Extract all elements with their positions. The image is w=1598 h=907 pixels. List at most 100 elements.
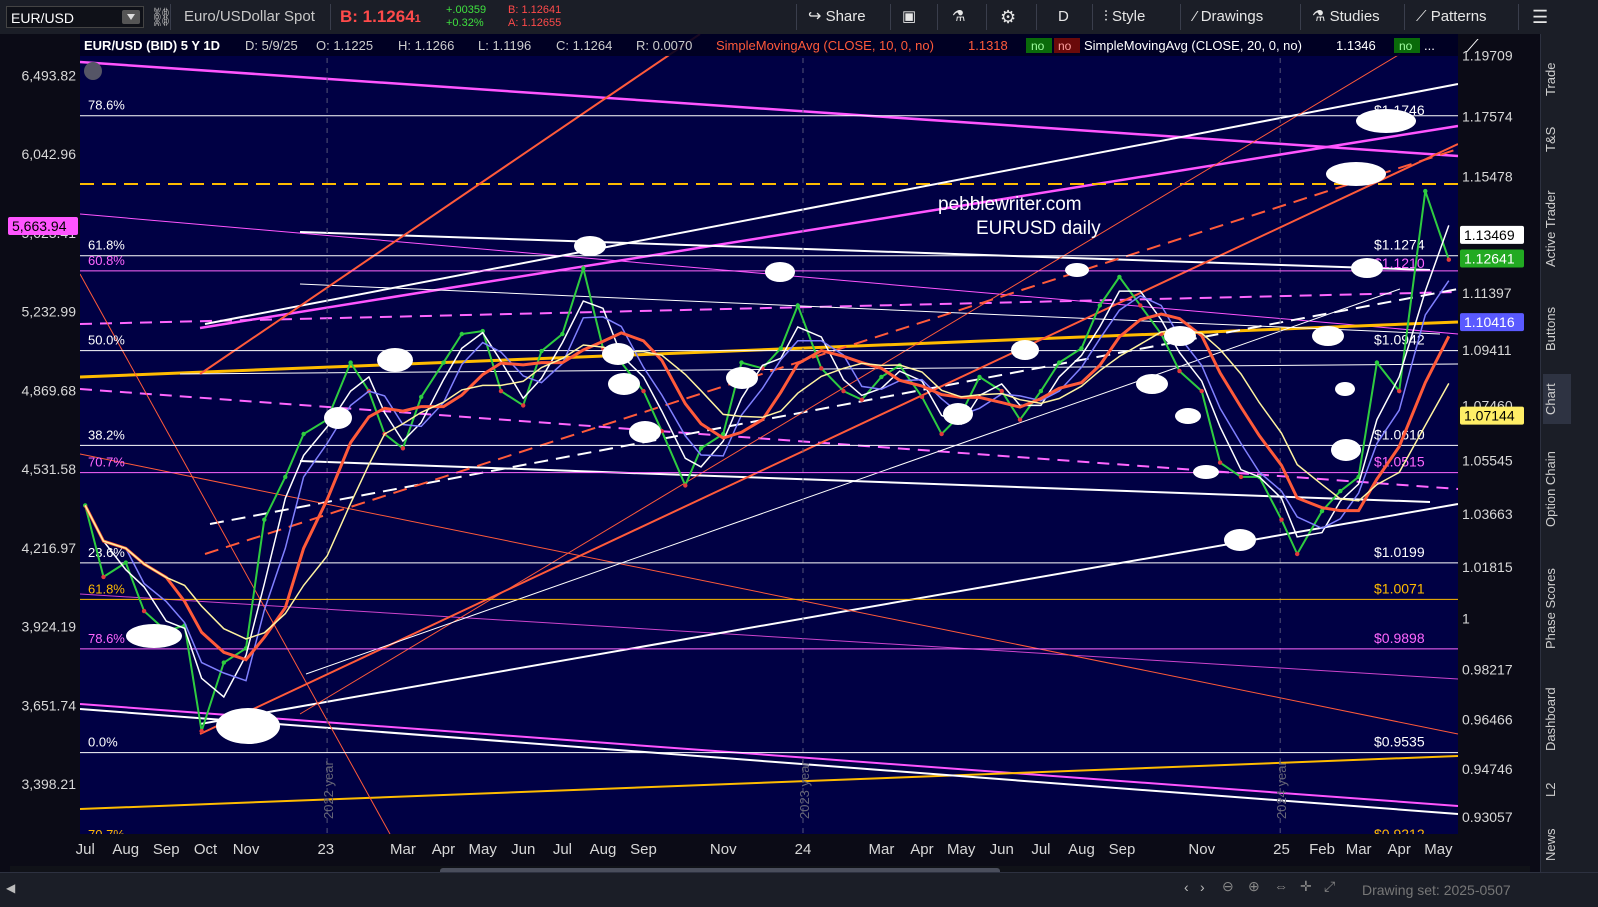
menu-button[interactable]: ☰	[1532, 0, 1548, 34]
fib-left-label: 61.8%	[88, 581, 125, 596]
watermark-line2: EURUSD daily	[976, 218, 1101, 239]
tab-chart[interactable]: Chart	[1543, 374, 1571, 424]
tab-option-chain[interactable]: Option Chain	[1543, 434, 1571, 544]
right-tab-bar: Trade T&S Active Trader Buttons Chart Option …	[1540, 34, 1598, 872]
x-tick: May	[947, 841, 976, 858]
patterns-icon: ⟋	[1416, 8, 1427, 25]
legend-open: O: 1.1225	[316, 38, 373, 53]
price-point	[795, 303, 800, 308]
y-right-tick: 1.11397	[1462, 285, 1512, 301]
zoom-out-icon[interactable]: ⊖	[1222, 878, 1234, 895]
drawing-tool-icon[interactable]: ⟋	[1466, 36, 1479, 56]
y-right-tick: 1.15478	[1462, 168, 1513, 184]
crosshair-icon[interactable]: ✛	[1300, 878, 1312, 895]
legend-sma20-no: no	[1399, 39, 1413, 53]
price-point	[441, 360, 446, 365]
price-point	[539, 348, 544, 354]
price-point	[1097, 303, 1103, 308]
x-tick: Mar	[1346, 841, 1372, 858]
fib-right-label: $1.0515	[1374, 454, 1425, 470]
change-abs: +.00359	[446, 4, 487, 16]
drawings-label: Drawings	[1200, 8, 1264, 25]
tab-l2[interactable]: L2	[1543, 770, 1571, 810]
symbol-selector[interactable]: EUR/USD	[6, 6, 144, 28]
fib-left-label: 78.6%	[88, 631, 125, 646]
candles-icon: ⫶	[1104, 8, 1108, 25]
fib-right-label: $1.0199	[1374, 544, 1425, 560]
price-point	[1374, 360, 1380, 365]
legend-sma10-no: no	[1031, 39, 1045, 53]
y-right-tick: 1.17574	[1462, 109, 1513, 125]
y-right-tick: 1	[1462, 611, 1470, 627]
x-tick: Mar	[390, 841, 416, 858]
flask-button[interactable]: ⚗	[952, 0, 965, 34]
price-point	[1279, 517, 1284, 522]
grid-button[interactable]: ▣	[902, 0, 916, 34]
price-point	[262, 517, 267, 522]
tab-t-s[interactable]: T&S	[1543, 114, 1571, 164]
bid-price: B: 1.12641	[340, 0, 421, 34]
zoom-in-icon[interactable]: ⊕	[1248, 878, 1260, 895]
top-toolbar: EUR/USD ⛓ Euro/USDollar Spot B: 1.12641 …	[0, 0, 1598, 35]
price-point	[1338, 488, 1343, 494]
x-tick: Sep	[153, 841, 180, 858]
x-tick: Aug	[112, 841, 139, 858]
fib-right-label: $0.9898	[1374, 630, 1425, 646]
tab-active-trader[interactable]: Active Trader	[1543, 174, 1571, 284]
gear-icon: ⚙	[1000, 7, 1017, 27]
tab-news[interactable]: News	[1543, 820, 1571, 870]
y-right-tick: 0.98217	[1462, 662, 1513, 678]
price-point	[1446, 257, 1452, 262]
chart-svg[interactable]: 2022 year 2023 year 2024 year 78.6%61.8%60…	[0, 33, 1540, 872]
legend-date: D: 5/9/25	[245, 38, 298, 53]
x-tick: Nov	[233, 841, 260, 858]
tab-buttons[interactable]: Buttons	[1543, 294, 1571, 364]
year-label: 2024 year	[1274, 761, 1289, 819]
fib-right-label: $1.0071	[1374, 580, 1425, 596]
year-label: 2022 year	[321, 761, 336, 819]
price-point	[939, 431, 944, 437]
price-point	[1295, 551, 1300, 557]
price-point	[283, 474, 288, 480]
share-label: Share	[825, 8, 866, 25]
share-button[interactable]: ↪ Share	[808, 0, 866, 34]
scroll-left-icon[interactable]: ◀	[6, 881, 15, 895]
menu-icon: ☰	[1532, 7, 1549, 27]
y-right-tick: 1.05545	[1462, 452, 1513, 468]
tab-trade[interactable]: Trade	[1543, 54, 1571, 104]
chart-area[interactable]: 2022 year 2023 year 2024 year 78.6% 61.8% 60…	[0, 33, 1540, 872]
legend-close: C: 1.1264	[556, 38, 612, 53]
price-point	[1079, 346, 1084, 351]
x-tick: Mar	[869, 841, 895, 858]
info-icon[interactable]	[84, 62, 102, 80]
drawings-button[interactable]: ⁄ Drawings	[1194, 0, 1263, 34]
gear-button[interactable]: ⚙	[1000, 0, 1016, 34]
x-tick: Sep	[630, 841, 657, 858]
price-point	[1177, 368, 1182, 374]
tab-dashboard[interactable]: Dashboard	[1543, 674, 1571, 764]
tab-phase-scores[interactable]: Phase Scores	[1543, 554, 1571, 664]
y-left-tick: 6,493.82	[22, 67, 77, 83]
pan-icon[interactable]: ⇔	[1274, 878, 1288, 894]
period-button[interactable]: D	[1058, 0, 1069, 34]
fib-left-label: 70.7%	[88, 455, 125, 470]
chevron-down-icon[interactable]	[122, 10, 140, 24]
price-point	[141, 608, 147, 614]
x-tick: Jun	[511, 841, 535, 858]
y-left-tick: 3,651.74	[22, 697, 77, 713]
patterns-button[interactable]: ⟋ Patterns	[1416, 0, 1487, 34]
legend-more: ...	[1424, 38, 1435, 53]
price-point	[977, 374, 982, 380]
legend-range: R: 0.0070	[636, 38, 692, 53]
scroll-right-icon[interactable]: ›	[1200, 879, 1205, 895]
price-point	[739, 360, 744, 365]
x-tick: Nov	[1188, 841, 1215, 858]
fib-left-label: 0.0%	[88, 735, 118, 750]
price-badge-label: 1.12641	[1464, 251, 1515, 267]
style-button[interactable]: ⫶ Style	[1104, 0, 1145, 34]
bid-price-tail: 1	[414, 13, 421, 25]
fit-icon[interactable]: ⤢	[1324, 878, 1335, 895]
studies-button[interactable]: ⚗ Studies	[1312, 0, 1380, 34]
price-point	[221, 660, 226, 665]
scroll-left2-icon[interactable]: ‹	[1184, 879, 1189, 895]
